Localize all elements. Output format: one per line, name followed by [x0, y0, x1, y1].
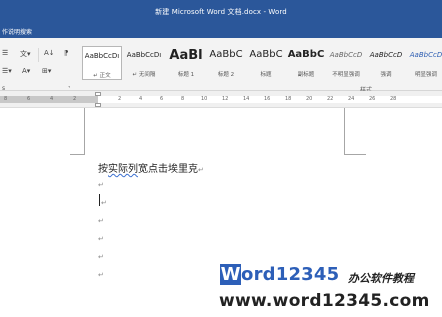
watermark-tagline: 办公软件教程	[348, 272, 414, 285]
ruler-tick: 26	[369, 96, 376, 102]
styles-gallery: AaBbCcDı ↵ 正文 AaBbCcDı ↵ 无间隔 AaBl 标题 1 A…	[82, 46, 442, 80]
text-line[interactable]: ↵	[101, 197, 107, 208]
style-sample: AaBl	[169, 48, 203, 63]
style-emphasis[interactable]: AaBbCcD 强调	[366, 46, 406, 80]
text-line[interactable]: ↵	[98, 179, 104, 190]
logo-w-box: W	[220, 264, 241, 285]
shading-icon[interactable]: A▾	[22, 67, 30, 75]
style-name: 强调	[380, 72, 392, 78]
style-heading-2[interactable]: AaBbC 标题 2	[206, 46, 246, 80]
asian-layout-icon[interactable]: 文▾	[20, 49, 31, 59]
style-sample: AaBbC	[287, 49, 325, 60]
ruler-tick: 12	[222, 96, 229, 102]
ruler-tick: 8	[4, 96, 8, 102]
style-subtitle[interactable]: AaBbC 副标题	[286, 46, 326, 80]
text-run: 按	[98, 164, 108, 175]
spellcheck-text: 实际列	[108, 164, 138, 175]
tell-me-label[interactable]: 作说明搜索	[2, 27, 32, 36]
ruler-tick: 2	[73, 96, 77, 102]
ruler-tick: 16	[264, 96, 271, 102]
first-line-indent-marker[interactable]	[95, 92, 101, 96]
style-sample: AaBbC	[209, 49, 243, 60]
window-title: 新建 Microsoft Word 文档.docx - Word	[155, 8, 287, 16]
crop-mark-left-horizontal	[70, 154, 85, 155]
sort-icon[interactable]: A↓	[44, 49, 55, 57]
separator	[38, 48, 39, 62]
text-line[interactable]: ↵	[98, 215, 104, 226]
style-name: ↵ 无间隔	[132, 72, 156, 78]
show-marks-icon[interactable]: ⁋	[64, 49, 68, 57]
style-name: ↵ 正文	[93, 73, 111, 79]
paragraph-mark: ↵	[101, 199, 107, 207]
ruler-tick: 6	[27, 96, 31, 102]
style-intense-emphasis[interactable]: AaBbCcD 明显强调	[406, 46, 442, 80]
paragraph-mark: ↵	[198, 166, 204, 174]
ruler-tick: 8	[181, 96, 185, 102]
ruler-tick: 28	[390, 96, 397, 102]
style-sample: AaBbCcD	[329, 51, 363, 59]
ruler-tick: 18	[285, 96, 292, 102]
style-sample: AaBbC	[249, 49, 283, 60]
paragraph-mark: ↵	[98, 253, 104, 261]
style-title[interactable]: AaBbC 标题	[246, 46, 286, 80]
style-name: 不明显强调	[332, 72, 360, 78]
paragraph-mark: ↵	[98, 235, 104, 243]
ruler-tick: 22	[327, 96, 334, 102]
ruler-tick: 4	[50, 96, 54, 102]
ruler-tick: 24	[348, 96, 355, 102]
style-sample: AaBbCcDı	[84, 52, 120, 60]
style-sample: AaBbCcD	[409, 51, 442, 59]
borders-icon[interactable]: ⊞▾	[42, 67, 51, 75]
hanging-indent-marker[interactable]	[95, 103, 101, 107]
text-run: 宽点击埃里克	[138, 164, 198, 175]
align-icon[interactable]: ☰	[2, 49, 8, 57]
text-line[interactable]: ↵	[98, 269, 104, 280]
horizontal-ruler[interactable]: 8 6 4 2 2 4 6 8 10 12 14 16 18 20 22 24 …	[0, 91, 442, 108]
style-name: 标题 2	[217, 72, 235, 78]
crop-mark-right-horizontal	[344, 154, 366, 155]
style-sample: AaBbCcDı	[126, 51, 162, 59]
text-line[interactable]: 按实际列宽点击埃里克↵	[98, 160, 204, 175]
ruler-tick: 20	[306, 96, 313, 102]
style-name: 明显强调	[414, 72, 437, 78]
style-sample: AaBbCcD	[369, 51, 403, 59]
text-line[interactable]: ↵	[98, 233, 104, 244]
watermark-url: www.word12345.com	[219, 291, 430, 311]
logo-text: ord12345	[241, 264, 340, 285]
ruler-tick: 2	[118, 96, 122, 102]
crop-mark-right-vertical	[344, 108, 345, 154]
style-heading-1[interactable]: AaBl 标题 1	[166, 46, 206, 80]
title-bar: 新建 Microsoft Word 文档.docx - Word	[0, 0, 442, 26]
text-line[interactable]: ↵	[98, 251, 104, 262]
style-normal[interactable]: AaBbCcDı ↵ 正文	[82, 46, 122, 80]
paragraph-mark: ↵	[98, 181, 104, 189]
watermark-logo: Word12345	[220, 264, 339, 285]
paragraph-group: ☰ 文▾ A↓ ⁋ ☰▾ A▾ ⊞▾	[0, 46, 82, 80]
tell-me-bar[interactable]: 作说明搜索	[0, 26, 442, 38]
style-name: 副标题	[297, 72, 315, 78]
ruler-tick: 6	[160, 96, 164, 102]
text-cursor	[99, 194, 100, 206]
paragraph-mark: ↵	[98, 217, 104, 225]
paragraph-mark: ↵	[98, 271, 104, 279]
style-name: 标题	[260, 72, 272, 78]
crop-mark-left-vertical	[84, 108, 85, 154]
ruler-tick: 14	[243, 96, 250, 102]
ribbon: ☰ 文▾ A↓ ⁋ ☰▾ A▾ ⊞▾ s ⌝ AaBbCcDı ↵ 正文 AaB…	[0, 38, 442, 94]
style-subtle-emphasis[interactable]: AaBbCcD 不明显强调	[326, 46, 366, 80]
ruler-left-margin	[0, 96, 98, 103]
ruler-tick: 10	[201, 96, 208, 102]
line-spacing-icon[interactable]: ☰▾	[2, 67, 12, 75]
style-no-spacing[interactable]: AaBbCcDı ↵ 无间隔	[124, 46, 164, 80]
style-name: 标题 1	[177, 72, 195, 78]
ruler-tick: 4	[139, 96, 143, 102]
